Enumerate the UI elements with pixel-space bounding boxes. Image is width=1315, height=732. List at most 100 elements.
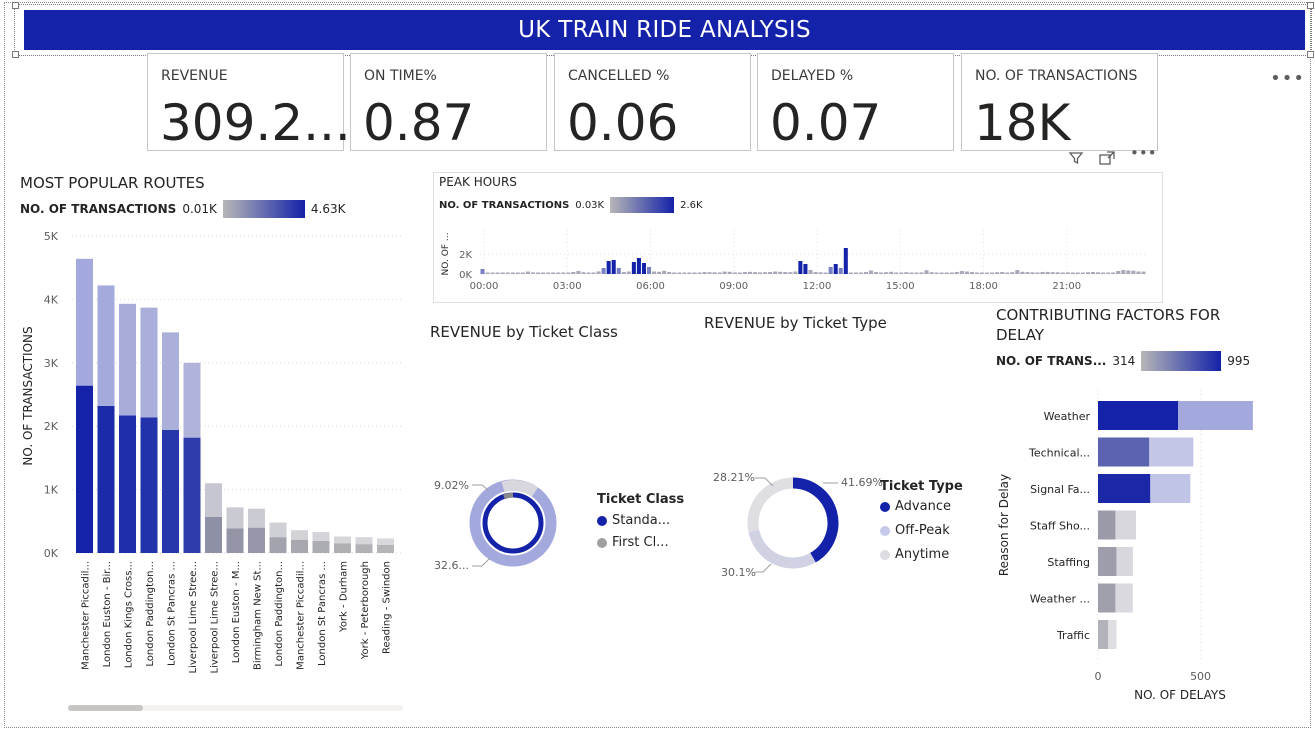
filter-icon[interactable] bbox=[1068, 150, 1084, 166]
kpi-card-cancelled[interactable]: CANCELLED % 0.06 bbox=[554, 53, 751, 152]
x-tick-label: York - Durham bbox=[339, 561, 350, 633]
legend-item-standard[interactable]: Standa... bbox=[597, 513, 684, 528]
legend-gradient bbox=[1141, 351, 1222, 371]
legend-dot-icon bbox=[597, 515, 607, 526]
bar bbox=[480, 269, 485, 274]
bar bbox=[904, 272, 909, 274]
kpi-label: REVENUE bbox=[161, 68, 228, 84]
bar bbox=[919, 272, 924, 274]
bar bbox=[727, 271, 732, 274]
bar-segment-secondary bbox=[1116, 547, 1133, 576]
bar bbox=[853, 272, 858, 274]
data-label: 32.6... bbox=[434, 559, 469, 572]
delay-factors-chart[interactable]: Reason for Delay 0 500 Weather Technical..… bbox=[994, 390, 1294, 708]
x-tick-label: 03:00 bbox=[553, 281, 582, 292]
legend-item-off-peak[interactable]: Off-Peak bbox=[880, 523, 963, 538]
ticket-type-donut[interactable]: 28.21% 41.69% 30.1% bbox=[705, 460, 885, 590]
bar bbox=[990, 272, 995, 274]
bar-segment-lower bbox=[205, 516, 222, 553]
bar bbox=[969, 272, 974, 274]
bar-segment-upper bbox=[183, 362, 201, 438]
x-tick-label: Manchester Piccadil... bbox=[81, 561, 92, 670]
bar bbox=[949, 272, 954, 274]
bar bbox=[1101, 272, 1106, 274]
bar bbox=[863, 272, 868, 274]
legend-dot-icon bbox=[880, 501, 890, 512]
peak-hours-chart[interactable]: NO. OF ... 0K 2K 00:00 03:00 06:00 09:00 12:0… bbox=[434, 226, 1160, 298]
bar bbox=[732, 272, 737, 274]
bar bbox=[1111, 272, 1116, 274]
legend-item-anytime[interactable]: Anytime bbox=[880, 547, 963, 562]
bar-segment-upper bbox=[334, 536, 351, 544]
y-tick-label: 0K bbox=[44, 547, 59, 560]
more-options-icon[interactable]: ••• bbox=[1270, 68, 1305, 89]
bar bbox=[551, 272, 556, 274]
bar bbox=[1025, 272, 1030, 274]
popular-routes-chart[interactable]: NO. OF TRANSACTIONS 0K 1K 2K 3K 4K 5K Manches… bbox=[14, 226, 414, 686]
bar-segment-secondary bbox=[1149, 437, 1194, 467]
kpi-label: ON TIME% bbox=[364, 68, 437, 84]
legend-min: 0.03K bbox=[575, 199, 605, 211]
bar bbox=[606, 261, 611, 274]
legend-max: 995 bbox=[1227, 354, 1251, 368]
ticket-class-legend: Ticket Class Standa... First Cl... bbox=[597, 492, 684, 550]
legend-min: 0.01K bbox=[182, 202, 217, 216]
bar bbox=[808, 270, 813, 274]
bar bbox=[1136, 271, 1141, 274]
bar bbox=[884, 272, 889, 274]
x-tick-label: Reading - Swindon bbox=[382, 561, 393, 654]
report-title[interactable]: UK TRAIN RIDE ANALYSIS bbox=[24, 10, 1305, 50]
legend-item-advance[interactable]: Advance bbox=[880, 499, 963, 514]
more-options-icon[interactable]: ••• bbox=[1130, 144, 1157, 166]
y-axis-label: NO. OF ... bbox=[441, 233, 451, 276]
bar bbox=[929, 272, 934, 274]
bar-segment-secondary bbox=[1150, 474, 1191, 503]
bar-segment-upper bbox=[269, 522, 287, 538]
donut-slice bbox=[748, 529, 816, 569]
bar-segment-lower bbox=[162, 430, 179, 553]
bar-segment-primary bbox=[1098, 510, 1116, 540]
bar bbox=[1126, 270, 1131, 274]
x-tick-label: London Euston - Bir... bbox=[102, 561, 113, 667]
kpi-card-on-time[interactable]: ON TIME% 0.87 bbox=[350, 53, 547, 152]
kpi-card-transactions[interactable]: NO. OF TRANSACTIONS 18K bbox=[961, 53, 1158, 152]
bar bbox=[823, 272, 828, 274]
legend-item-first-class[interactable]: First Cl... bbox=[597, 535, 684, 550]
y-tick-label: 5K bbox=[44, 230, 59, 243]
bar bbox=[763, 272, 768, 274]
kpi-card-revenue[interactable]: REVENUE 309.2... bbox=[147, 53, 351, 152]
scrollbar-thumb[interactable] bbox=[68, 705, 143, 711]
bar bbox=[980, 272, 985, 274]
y-tick-label: Traffic bbox=[1056, 629, 1090, 642]
bar bbox=[525, 271, 530, 274]
bar bbox=[974, 272, 979, 274]
bar bbox=[944, 272, 949, 274]
bar-segment-primary bbox=[1098, 583, 1116, 613]
ticket-class-donut[interactable]: 9.02% 32.6... bbox=[420, 460, 590, 590]
x-tick-label: 09:00 bbox=[719, 281, 748, 292]
bar-segment-upper bbox=[312, 532, 330, 541]
focus-mode-icon[interactable] bbox=[1098, 150, 1116, 166]
y-tick-label: 4K bbox=[44, 293, 59, 306]
bar bbox=[899, 272, 904, 274]
bar bbox=[712, 272, 717, 274]
y-tick-label: 3K bbox=[44, 357, 59, 370]
bar bbox=[697, 272, 702, 274]
bar-segment-upper bbox=[226, 507, 244, 529]
bar bbox=[717, 272, 722, 274]
bar-segment-upper bbox=[119, 303, 136, 416]
bar bbox=[500, 272, 505, 274]
x-tick-label: 0 bbox=[1095, 670, 1102, 683]
bar bbox=[682, 272, 687, 274]
bar bbox=[707, 272, 712, 274]
x-tick-label: London Kings Cross... bbox=[124, 561, 135, 668]
bar bbox=[571, 272, 576, 274]
bar bbox=[964, 271, 969, 274]
bar bbox=[995, 272, 1000, 274]
bar bbox=[520, 272, 525, 274]
bar bbox=[1040, 272, 1045, 274]
data-label: 41.69% bbox=[841, 476, 883, 489]
bar bbox=[626, 271, 631, 274]
kpi-card-delayed[interactable]: DELAYED % 0.07 bbox=[757, 53, 954, 152]
bar-segment-lower bbox=[183, 437, 201, 553]
